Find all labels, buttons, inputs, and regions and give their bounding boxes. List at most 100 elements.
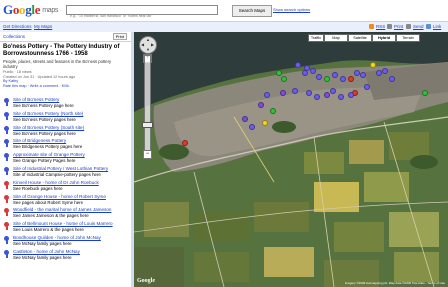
- google-maps-logo[interactable]: Google maps: [3, 2, 58, 18]
- place-pin-icon[interactable]: [4, 166, 9, 175]
- place-title[interactable]: Bondhouse Quilden - home of John McNay: [13, 235, 101, 240]
- place-pin-icon[interactable]: [4, 208, 9, 217]
- my-maps-link[interactable]: My Maps: [34, 24, 52, 29]
- map-marker-icon[interactable]: [382, 68, 388, 74]
- place-description: See McNay family pages here: [13, 254, 72, 260]
- place-list-item[interactable]: Site of Grange House - home of Robert Sy…: [0, 194, 131, 208]
- pan-right-icon[interactable]: ▶: [151, 43, 154, 47]
- map-marker-icon[interactable]: [324, 76, 330, 82]
- rss-icon[interactable]: [369, 24, 374, 29]
- place-list-item[interactable]: Site of Bo'ness Pottery (South site) See …: [0, 125, 131, 139]
- map-marker-icon[interactable]: [340, 76, 346, 82]
- map-marker-icon[interactable]: [258, 102, 264, 108]
- place-list-item[interactable]: Site of Bo'ness Pottery See Bo'ness Potte…: [0, 97, 131, 111]
- map-marker-icon[interactable]: [295, 62, 301, 68]
- place-title[interactable]: Site of Bo'ness Pottery (South site): [13, 125, 84, 130]
- map-marker-icon[interactable]: [276, 70, 282, 76]
- map-marker-icon[interactable]: [302, 70, 308, 76]
- map-marker-icon[interactable]: [332, 72, 338, 78]
- place-list-item[interactable]: Castleton - home of John McNay See McNay …: [0, 249, 131, 263]
- print-icon[interactable]: [387, 24, 392, 29]
- map-marker-icon[interactable]: [310, 68, 316, 74]
- map-marker-icon[interactable]: [292, 88, 298, 94]
- map-type-satellite[interactable]: Satellite: [348, 34, 372, 42]
- place-list-item[interactable]: Woodfield - the marital home of James Ja…: [0, 207, 131, 221]
- map-marker-icon[interactable]: [324, 92, 330, 98]
- zoom-out-button[interactable]: −: [143, 150, 152, 159]
- zoom-slider-handle[interactable]: [142, 122, 153, 128]
- link-link[interactable]: Link: [433, 24, 441, 29]
- sidebar-print-button[interactable]: Print: [112, 33, 127, 40]
- link-icon[interactable]: [426, 24, 431, 29]
- pan-up-icon[interactable]: ▲: [146, 38, 150, 42]
- map-marker-icon[interactable]: [242, 116, 248, 122]
- place-title[interactable]: Site of Bridgeness Pottery: [13, 138, 66, 143]
- map-marker-icon[interactable]: [314, 94, 320, 100]
- place-list-item[interactable]: Site of Bo'ness Pottery (North site) See …: [0, 111, 131, 125]
- collections-link[interactable]: Collections: [3, 34, 25, 39]
- place-description: See McNay family pages here: [13, 240, 72, 246]
- print-link[interactable]: Print: [394, 24, 403, 29]
- map-type-traffic[interactable]: Traffic: [308, 34, 324, 42]
- place-title[interactable]: Site of Bo'ness Pottery: [13, 97, 59, 102]
- place-title[interactable]: Site of Bellmount House - home of Louis …: [13, 221, 113, 226]
- map-marker-icon[interactable]: [330, 88, 336, 94]
- place-list-item[interactable]: Site of Industrial Pottery / West Lothia…: [0, 166, 131, 180]
- place-pin-icon[interactable]: [4, 235, 9, 244]
- map-marker-icon[interactable]: [348, 76, 354, 82]
- place-pin-icon[interactable]: [4, 249, 9, 258]
- place-list-item[interactable]: Bondhouse Quilden - home of John McNay Se…: [0, 235, 131, 249]
- map-marker-icon[interactable]: [316, 74, 322, 80]
- place-pin-icon[interactable]: [4, 125, 9, 134]
- place-pin-icon[interactable]: [4, 194, 9, 203]
- meta-actions[interactable]: Rate this map · Write a comment · KML: [3, 84, 128, 89]
- place-pin-icon[interactable]: [4, 139, 9, 148]
- map-marker-icon[interactable]: [281, 76, 287, 82]
- send-icon[interactable]: [406, 24, 411, 29]
- map-marker-icon[interactable]: [389, 76, 395, 82]
- place-description: See Bo'ness Pottery pages here: [13, 130, 76, 136]
- place-list-item[interactable]: Approximate site of Grange Pottery See Gr…: [0, 152, 131, 166]
- place-pin-icon[interactable]: [4, 98, 9, 106]
- map-marker-icon[interactable]: [262, 120, 268, 126]
- map-type-hybrid[interactable]: Hybrid: [372, 34, 396, 42]
- map-marker-icon[interactable]: [364, 84, 370, 90]
- map-marker-icon[interactable]: [348, 92, 354, 98]
- map-marker-icon[interactable]: [270, 108, 276, 114]
- place-pin-icon[interactable]: [4, 222, 9, 231]
- pan-down-icon[interactable]: ▼: [146, 48, 150, 52]
- place-title[interactable]: Castleton - home of John McNay: [13, 249, 80, 254]
- search-options-link[interactable]: Show search options: [273, 7, 310, 12]
- map-marker-icon[interactable]: [182, 140, 188, 146]
- map-marker-icon[interactable]: [338, 94, 344, 100]
- map-marker-icon[interactable]: [370, 62, 376, 68]
- map-type-map[interactable]: Map: [324, 34, 348, 42]
- map-type-terrain[interactable]: Terrain: [396, 34, 420, 42]
- map-marker-icon[interactable]: [249, 124, 255, 130]
- zoom-slider[interactable]: [144, 55, 151, 152]
- get-directions-link[interactable]: Get Directions: [3, 24, 32, 29]
- send-link[interactable]: Send: [413, 24, 424, 29]
- place-title[interactable]: Kinneil House - home of Dr John Roebuck: [13, 180, 99, 185]
- place-pin-icon[interactable]: [4, 111, 9, 120]
- place-title[interactable]: Woodfield - the marital home of James Ja…: [13, 207, 111, 212]
- map-canvas[interactable]: Traffic Map Satellite Hybrid Terrain ▲ ▼…: [134, 32, 448, 287]
- map-marker-icon[interactable]: [306, 90, 312, 96]
- map-marker-icon[interactable]: [422, 90, 428, 96]
- map-marker-icon[interactable]: [264, 92, 270, 98]
- place-list-item[interactable]: Site of Bellmount House - home of Louis …: [0, 221, 131, 235]
- pan-left-icon[interactable]: ◀: [141, 43, 144, 47]
- place-title[interactable]: Site of Industrial Pottery / West Lothia…: [13, 166, 108, 171]
- place-title[interactable]: Site of Bo'ness Pottery (North site): [13, 111, 83, 116]
- map-marker-icon[interactable]: [280, 90, 286, 96]
- map-marker-icon[interactable]: [360, 72, 366, 78]
- place-pin-icon[interactable]: [4, 153, 9, 162]
- search-maps-button[interactable]: Search Maps: [232, 5, 272, 17]
- place-list-item[interactable]: Kinneil House - home of Dr John Roebuck S…: [0, 180, 131, 194]
- place-title[interactable]: Site of Grange House - home of Robert Sy…: [13, 194, 106, 199]
- pan-control[interactable]: ▲ ▼ ◀ ▶: [139, 36, 157, 54]
- place-title[interactable]: Approximate site of Grange Pottery: [13, 152, 85, 157]
- place-list-item[interactable]: Site of Bridgeness Pottery See Bridgeness…: [0, 138, 131, 152]
- place-pin-icon[interactable]: [4, 180, 9, 189]
- rss-link[interactable]: RSS: [376, 24, 385, 29]
